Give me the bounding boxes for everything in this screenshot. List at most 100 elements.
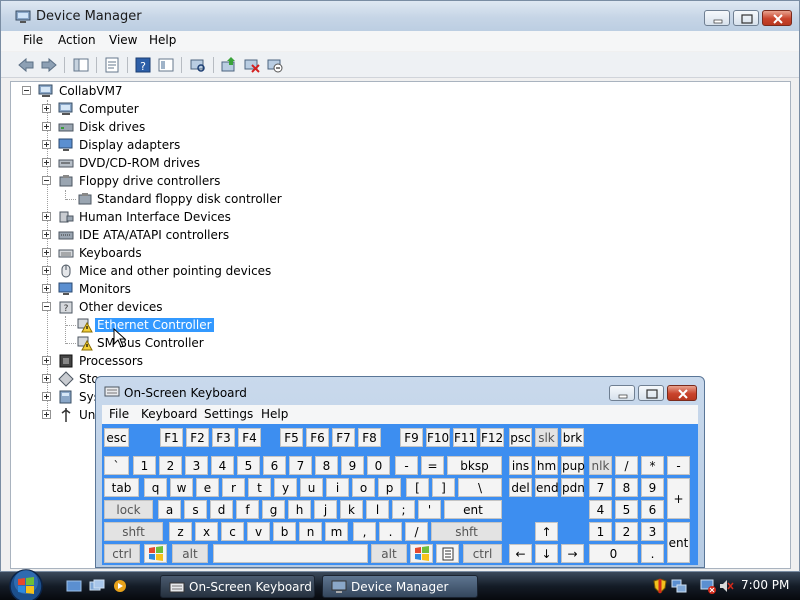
- expand-toggle[interactable]: [42, 374, 51, 383]
- key-forward-slash[interactable]: /: [405, 522, 428, 541]
- key-enter[interactable]: ent: [444, 500, 502, 519]
- key-numpad-minus[interactable]: -: [667, 456, 690, 475]
- key-page-down[interactable]: pdn: [561, 478, 585, 497]
- key-numpad-decimal[interactable]: .: [641, 544, 664, 563]
- key-numpad-6[interactable]: 6: [641, 500, 664, 519]
- key-h[interactable]: h: [288, 500, 311, 519]
- key-delete[interactable]: del: [509, 478, 532, 497]
- expand-toggle[interactable]: [42, 230, 51, 239]
- key-x[interactable]: x: [195, 522, 218, 541]
- key-1[interactable]: 1: [133, 456, 156, 475]
- expand-toggle[interactable]: [42, 140, 51, 149]
- key-numpad-7[interactable]: 7: [589, 478, 612, 497]
- key-arrow-down[interactable]: ↓: [535, 544, 558, 563]
- back-icon[interactable]: [17, 56, 35, 74]
- key-3[interactable]: 3: [185, 456, 208, 475]
- key-2[interactable]: 2: [159, 456, 182, 475]
- key-4[interactable]: 4: [211, 456, 234, 475]
- collapse-toggle[interactable]: [42, 302, 51, 311]
- key-u[interactable]: u: [300, 478, 323, 497]
- menu-view[interactable]: View: [109, 33, 137, 47]
- tree-item-standard-floppy-controller[interactable]: Standard floppy disk controller: [61, 190, 361, 208]
- key-y[interactable]: y: [274, 478, 297, 497]
- key-space[interactable]: [213, 544, 368, 563]
- key-numpad-divide[interactable]: /: [615, 456, 638, 475]
- key-menu[interactable]: [436, 544, 459, 563]
- key-numpad-5[interactable]: 5: [615, 500, 638, 519]
- key-numpad-enter[interactable]: ent: [667, 522, 690, 563]
- key-m[interactable]: m: [325, 522, 348, 541]
- network-icon[interactable]: [671, 578, 687, 594]
- key-f1[interactable]: F1: [160, 428, 183, 447]
- key-page-up[interactable]: pup: [561, 456, 585, 475]
- key-f2[interactable]: F2: [186, 428, 209, 447]
- tree-item-other-devices[interactable]: ? Other devices: [42, 298, 342, 316]
- tree-item-ide-controllers[interactable]: IDE ATA/ATAPI controllers: [42, 226, 342, 244]
- show-desktop-icon[interactable]: [66, 578, 82, 594]
- key-arrow-right[interactable]: →: [561, 544, 584, 563]
- key-numpad-multiply[interactable]: *: [641, 456, 664, 475]
- expand-toggle[interactable]: [42, 410, 51, 419]
- key-f3[interactable]: F3: [212, 428, 235, 447]
- expand-toggle[interactable]: [42, 392, 51, 401]
- tree-item-mice[interactable]: Mice and other pointing devices: [42, 262, 342, 280]
- title-bar[interactable]: Device Manager: [1, 1, 799, 31]
- tree-item-ethernet-controller[interactable]: Ethernet Controller: [61, 316, 361, 334]
- tree-item-hid[interactable]: Human Interface Devices: [42, 208, 342, 226]
- collapse-toggle[interactable]: [42, 176, 51, 185]
- key-numpad-3[interactable]: 3: [641, 522, 664, 541]
- key-b[interactable]: b: [273, 522, 296, 541]
- key-caps-lock[interactable]: lock: [104, 500, 153, 519]
- tree-item-dvd-drives[interactable]: DVD/CD-ROM drives: [42, 154, 342, 172]
- volume-muted-icon[interactable]: [718, 578, 734, 594]
- key-f7[interactable]: F7: [332, 428, 355, 447]
- key-f10[interactable]: F10: [426, 428, 450, 447]
- key-arrow-left[interactable]: ←: [509, 544, 532, 563]
- key-numpad-plus[interactable]: +: [667, 478, 690, 519]
- key-6[interactable]: 6: [263, 456, 286, 475]
- key-d[interactable]: d: [210, 500, 233, 519]
- key-minus[interactable]: -: [395, 456, 418, 475]
- clock[interactable]: 7:00 PM: [741, 578, 789, 592]
- taskbar-task-device-manager[interactable]: Device Manager: [322, 575, 478, 598]
- key-7[interactable]: 7: [289, 456, 312, 475]
- key-o[interactable]: o: [352, 478, 375, 497]
- key-g[interactable]: g: [262, 500, 285, 519]
- help-icon[interactable]: ?: [134, 56, 152, 74]
- media-player-icon[interactable]: [112, 578, 128, 594]
- osk-maximize-button[interactable]: [638, 385, 664, 401]
- key-right-alt[interactable]: alt: [371, 544, 407, 563]
- key-k[interactable]: k: [340, 500, 363, 519]
- key-left-bracket[interactable]: [: [406, 478, 429, 497]
- tree-item-monitors[interactable]: Monitors: [42, 280, 342, 298]
- key-8[interactable]: 8: [315, 456, 338, 475]
- key-equals[interactable]: =: [421, 456, 444, 475]
- key-j[interactable]: j: [314, 500, 337, 519]
- key-f4[interactable]: F4: [238, 428, 261, 447]
- key-z[interactable]: z: [169, 522, 192, 541]
- key-w[interactable]: w: [170, 478, 193, 497]
- expand-toggle[interactable]: [42, 212, 51, 221]
- key-period[interactable]: .: [379, 522, 402, 541]
- show-hide-tree-icon[interactable]: [72, 56, 90, 74]
- maximize-button[interactable]: [733, 10, 759, 26]
- key-left-ctrl[interactable]: ctrl: [104, 544, 140, 563]
- expand-toggle[interactable]: [42, 284, 51, 293]
- key-tab[interactable]: tab: [104, 478, 139, 497]
- key-quote[interactable]: ': [418, 500, 441, 519]
- menu-help[interactable]: Help: [149, 33, 176, 47]
- key-0[interactable]: 0: [367, 456, 390, 475]
- key-num-lock[interactable]: nlk: [589, 456, 612, 475]
- key-right-shift[interactable]: shft: [431, 522, 502, 541]
- tree-item-computer[interactable]: Computer: [42, 100, 342, 118]
- key-esc[interactable]: esc: [104, 428, 129, 447]
- key-backtick[interactable]: `: [104, 456, 129, 475]
- menu-file[interactable]: File: [23, 33, 43, 47]
- key-numpad-4[interactable]: 4: [589, 500, 612, 519]
- uninstall-icon[interactable]: [243, 56, 261, 74]
- key-q[interactable]: q: [144, 478, 167, 497]
- osk-menu-file[interactable]: File: [109, 407, 129, 421]
- osk-close-button[interactable]: [667, 385, 697, 401]
- key-backslash[interactable]: \: [458, 478, 502, 497]
- key-p[interactable]: p: [378, 478, 401, 497]
